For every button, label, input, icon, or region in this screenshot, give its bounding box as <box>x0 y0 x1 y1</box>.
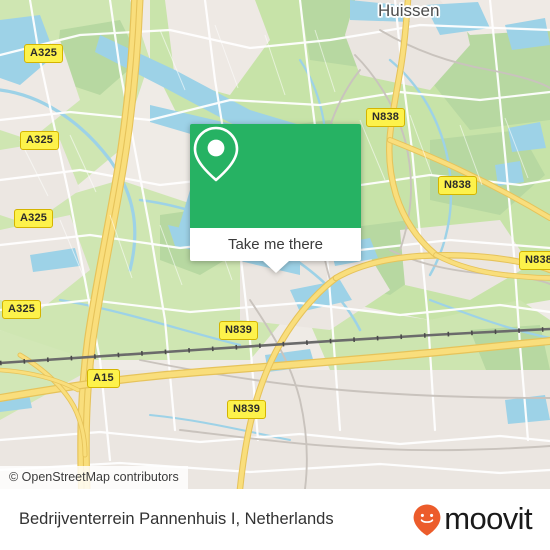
road-shield-n838-2[interactable]: N838 <box>438 176 478 195</box>
road-shield-a325-4[interactable]: A325 <box>2 300 42 319</box>
road-shield-a325-1[interactable]: A325 <box>24 44 64 63</box>
moovit-pin-icon <box>413 504 441 536</box>
moovit-wordmark: moovit <box>444 501 532 536</box>
road-shield-n839-2[interactable]: N839 <box>227 400 267 419</box>
road-shield-n839-1[interactable]: N839 <box>219 321 259 340</box>
road-shield-a325-3[interactable]: A325 <box>14 209 54 228</box>
moovit-logo[interactable]: moovit <box>412 501 533 537</box>
road-shield-n838-1[interactable]: N838 <box>366 108 406 127</box>
location-popup-card[interactable]: Take me there <box>190 124 361 273</box>
footer-bar: Bedrijventerrein Pannenhuis I, Netherlan… <box>0 489 550 550</box>
road-shield-a325-2[interactable]: A325 <box>20 131 60 150</box>
location-title: Bedrijventerrein Pannenhuis I, Netherlan… <box>19 510 334 528</box>
map-pin-icon <box>193 126 239 182</box>
popup-header <box>190 124 361 228</box>
road-shield-n838-3[interactable]: N838 <box>519 251 550 270</box>
map-canvas[interactable]: Huissen A325 A325 A325 A325 A15 N839 N83… <box>0 0 550 489</box>
popup-pointer <box>262 261 289 273</box>
place-label-huissen: Huissen <box>378 1 440 20</box>
moovit-map-screenshot: Huissen A325 A325 A325 A325 A15 N839 N83… <box>0 0 550 550</box>
map-attribution[interactable]: © OpenStreetMap contributors <box>0 466 188 489</box>
road-shield-a15[interactable]: A15 <box>87 369 120 388</box>
take-me-there-button[interactable]: Take me there <box>190 228 361 261</box>
